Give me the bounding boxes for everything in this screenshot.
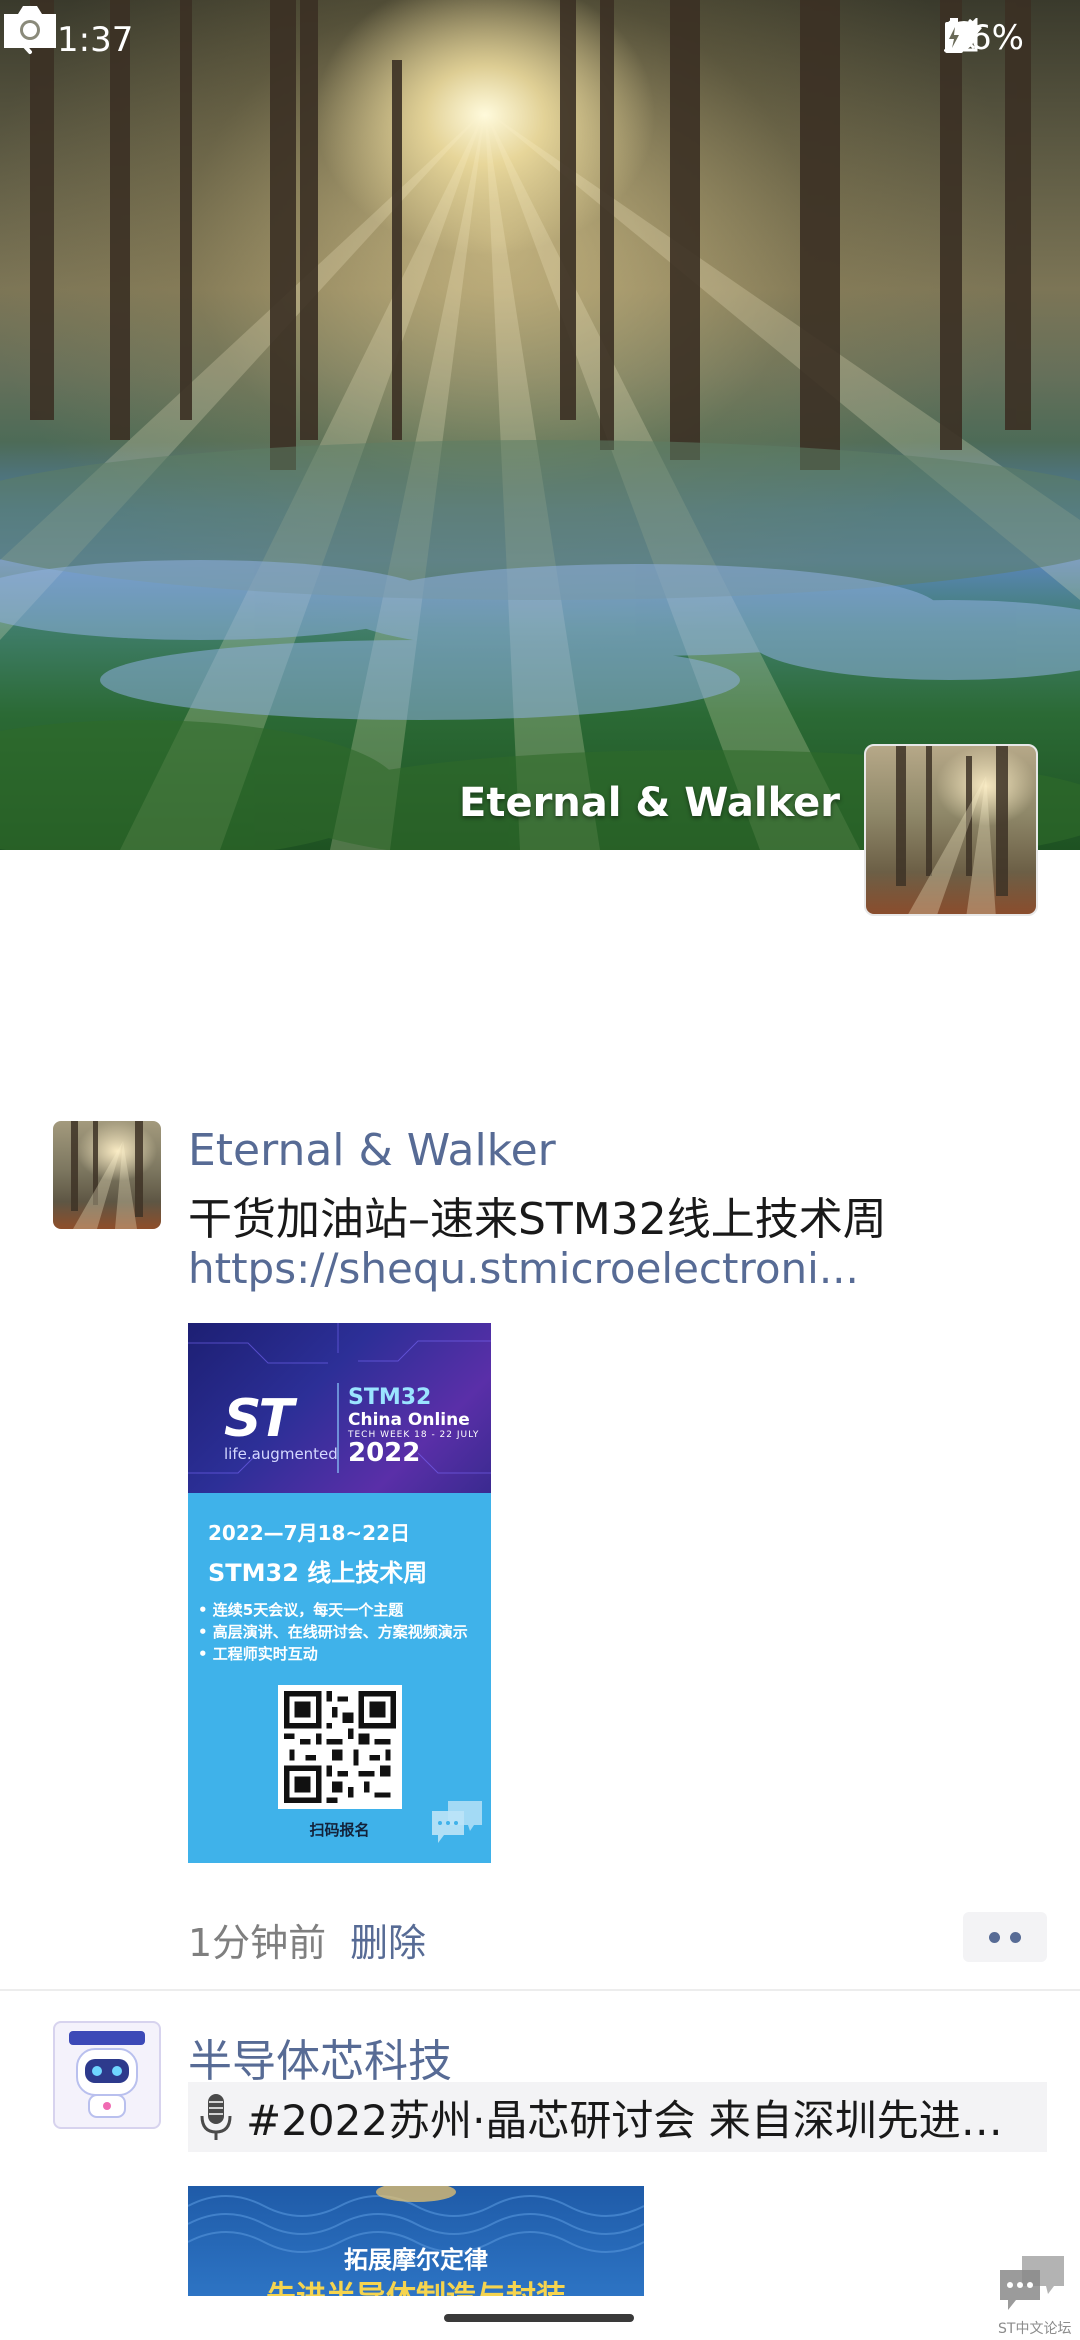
post-image-poster[interactable]: ST life.augmented STM32 China Online TEC… (188, 1323, 491, 1863)
delete-button[interactable]: 删除 (350, 1912, 426, 1967)
poster-title: STM32 线上技术周 (208, 1559, 428, 1587)
chat-bubble-icon (1000, 2256, 1064, 2310)
post-divider (0, 1989, 1080, 1991)
banner-line-1: 拓展摩尔定律 (344, 2246, 488, 2274)
status-time: 1:37 (57, 20, 134, 60)
post-link[interactable]: https://shequ.stmicroelectroni... (188, 1244, 859, 1293)
chat-bubble-icon (432, 1801, 482, 1843)
post-image-banner[interactable]: 拓展摩尔定律 先进半导体制造与封装 (188, 2186, 644, 2296)
microphone-icon (200, 2094, 232, 2140)
post-author-avatar[interactable] (53, 2021, 161, 2129)
post-author-name[interactable]: 半导体芯科技 (188, 2025, 452, 2089)
post-timestamp: 1分钟前 (188, 1921, 327, 1965)
battery-charging-icon (945, 18, 964, 53)
qr-code (278, 1685, 402, 1809)
banner-line-2: 先进半导体制造与封装 (188, 2272, 644, 2296)
st-tagline: life.augmented (224, 1445, 338, 1463)
dot-icon (989, 1931, 1000, 1943)
poster-bullet: • 工程师实时互动 (198, 1645, 318, 1663)
more-options-button[interactable] (963, 1912, 1047, 1962)
camera-icon[interactable] (0, 0, 60, 52)
poster-bullet: • 连续5天会议，每天一个主题 (198, 1601, 404, 1619)
post-author-name[interactable]: Eternal & Walker (188, 1125, 556, 1176)
qr-code-icon (284, 1691, 396, 1803)
watermark-text: ST中文论坛 (998, 2321, 1072, 2337)
poster-bullet: • 高层演讲、在线研讨会、方案视频演示 (198, 1623, 468, 1641)
st-logo: ST (224, 1389, 294, 1449)
shared-article-card[interactable]: #2022苏州·晶芯研讨会 来自深圳先进… (188, 2082, 1047, 2152)
status-icons: 86% (944, 18, 1024, 58)
badge-year: 2022 (348, 1438, 421, 1468)
badge-stm32: STM32 (348, 1385, 432, 1410)
forest-scene (0, 0, 1080, 850)
dot-icon (1010, 1931, 1021, 1943)
poster-date: 2022—7月18~22日 (208, 1521, 411, 1545)
avatar-forest-image (71, 1121, 143, 1229)
poster-bullets: • 连续5天会议，每天一个主题 • 高层演讲、在线研讨会、方案视频演示 • 工程… (198, 1599, 468, 1665)
cover-photo[interactable]: 1:37 86% Eternal & Walker (0, 0, 1080, 850)
robot-mascot-icon (69, 2031, 145, 2118)
cover-username: Eternal & Walker (459, 780, 840, 826)
post-author-avatar[interactable] (53, 1121, 161, 1229)
profile-avatar[interactable] (864, 744, 1038, 916)
forum-watermark: ST中文论坛 (996, 2252, 1072, 2337)
post-text: 干货加油站–速来STM32线上技术周 (188, 1194, 887, 1245)
avatar-forest-image (896, 746, 1008, 914)
shared-article-title: #2022苏州·晶芯研讨会 来自深圳先进… (246, 2095, 1003, 2145)
badge-china-online: China Online (348, 1410, 470, 1430)
home-indicator[interactable] (444, 2314, 634, 2322)
tech-week-badge: STM32 China Online TECH WEEK 18 - 22 JUL… (348, 1385, 479, 1466)
